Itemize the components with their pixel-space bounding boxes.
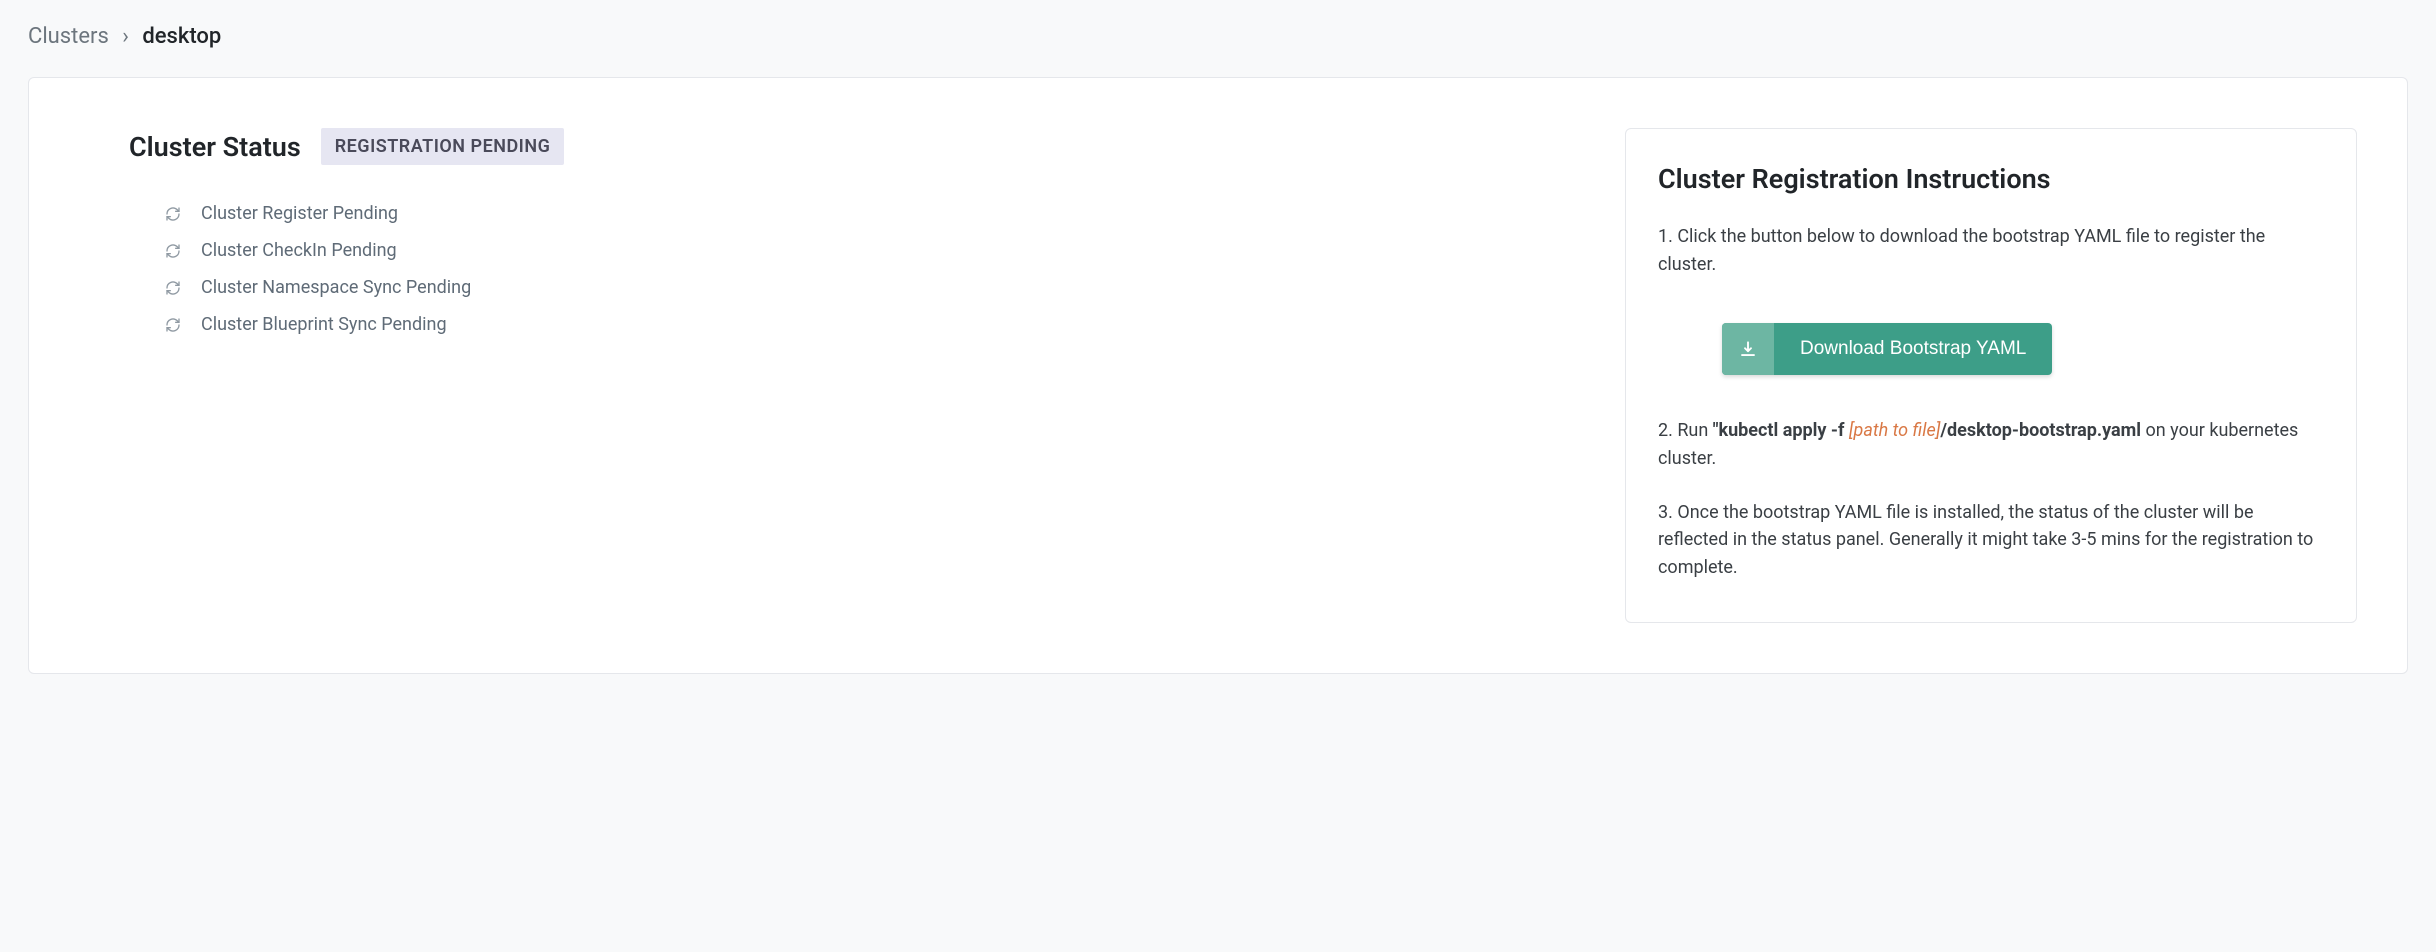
status-item-label: Cluster Namespace Sync Pending [201, 277, 471, 298]
download-icon [1722, 323, 1774, 375]
download-button-label: Download Bootstrap YAML [1774, 323, 2052, 375]
status-item: Cluster Register Pending [165, 195, 1585, 232]
breadcrumb-current: desktop [142, 24, 221, 49]
breadcrumb: Clusters › desktop [28, 24, 2408, 49]
breadcrumb-separator: › [122, 24, 129, 49]
instructions-card: Cluster Registration Instructions 1. Cli… [1625, 128, 2357, 623]
status-panel: Cluster Status REGISTRATION PENDING Clus… [79, 128, 1585, 623]
sync-icon [165, 280, 181, 296]
status-badge: REGISTRATION PENDING [321, 128, 565, 165]
status-item-label: Cluster Blueprint Sync Pending [201, 314, 447, 335]
status-item: Cluster CheckIn Pending [165, 232, 1585, 269]
status-list: Cluster Register Pending Cluster CheckIn… [129, 195, 1585, 343]
sync-icon [165, 317, 181, 333]
main-card: Cluster Status REGISTRATION PENDING Clus… [28, 77, 2408, 674]
sync-icon [165, 206, 181, 222]
status-item: Cluster Namespace Sync Pending [165, 269, 1585, 306]
status-item: Cluster Blueprint Sync Pending [165, 306, 1585, 343]
instruction-step-2: 2. Run "kubectl apply -f [path to file]/… [1658, 417, 2324, 473]
status-item-label: Cluster Register Pending [201, 203, 398, 224]
sync-icon [165, 243, 181, 259]
instruction-step-1: 1. Click the button below to download th… [1658, 223, 2324, 279]
instructions-title: Cluster Registration Instructions [1658, 163, 2324, 195]
status-item-label: Cluster CheckIn Pending [201, 240, 397, 261]
breadcrumb-parent[interactable]: Clusters [28, 24, 109, 49]
instruction-step-3: 3. Once the bootstrap YAML file is insta… [1658, 499, 2324, 583]
download-bootstrap-button[interactable]: Download Bootstrap YAML [1722, 323, 2052, 375]
status-title: Cluster Status [129, 131, 301, 163]
